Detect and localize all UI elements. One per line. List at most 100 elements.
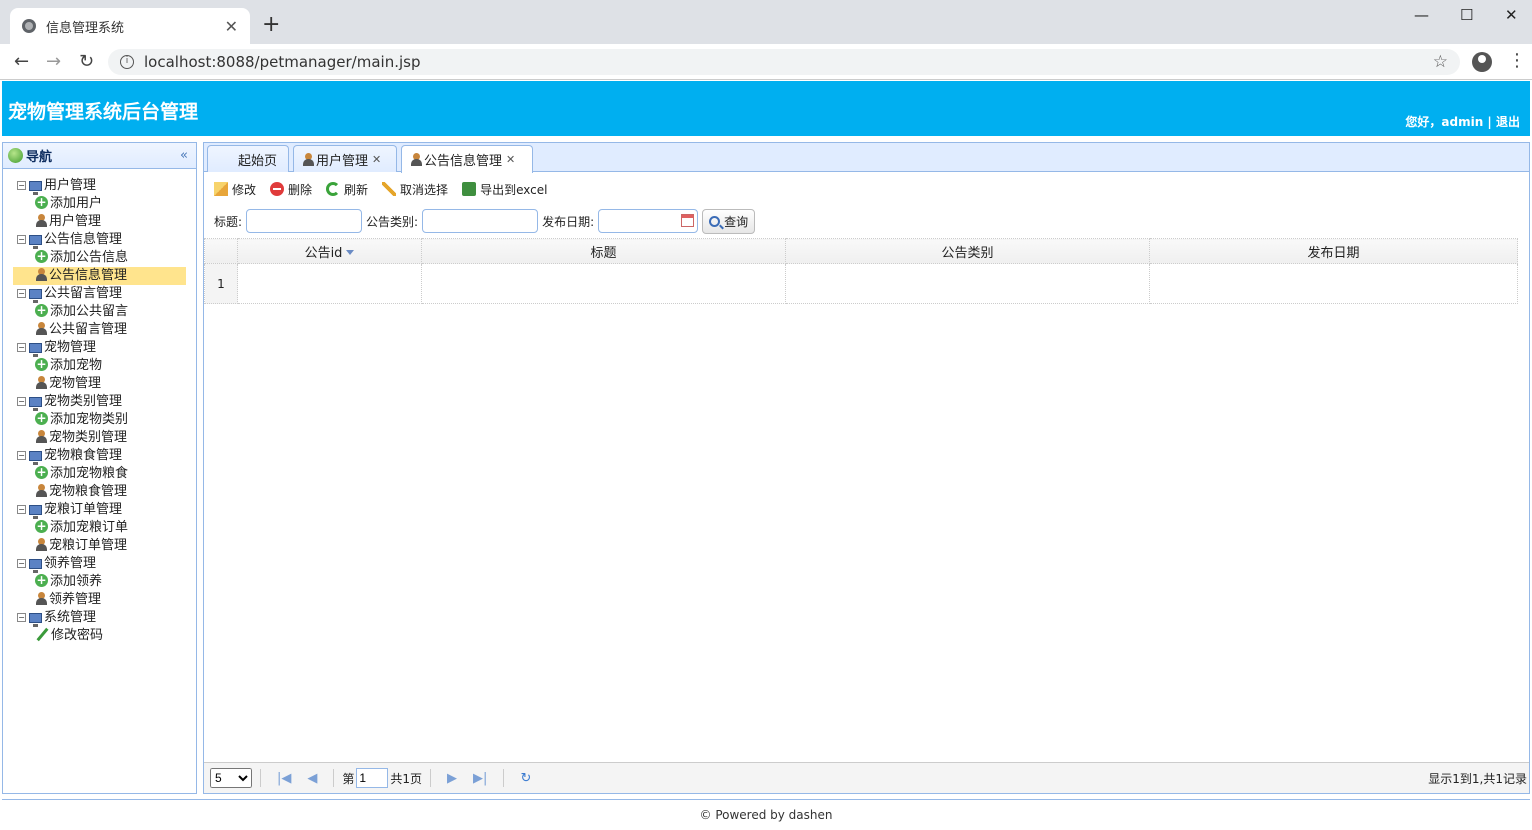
column-header-date[interactable]: 发布日期 xyxy=(1149,238,1518,264)
table-row[interactable]: 1 xyxy=(204,263,1518,304)
sidebar-item[interactable]: 公共留言管理 xyxy=(3,321,196,339)
collapse-toggle-icon[interactable]: − xyxy=(17,559,26,568)
collapse-toggle-icon[interactable]: − xyxy=(17,397,26,406)
nav-group[interactable]: − 用户管理 xyxy=(3,177,196,195)
globe-icon xyxy=(22,19,36,33)
pagination-bar: 5 |◀ ◀ 第 共1页 ▶ ▶| ↻ 显示1到1,共1记录 xyxy=(204,762,1529,793)
nav-group[interactable]: − 宠粮订单管理 xyxy=(3,501,196,519)
delete-button[interactable]: 删除 xyxy=(270,181,312,198)
nav-group[interactable]: − 宠物粮食管理 xyxy=(3,447,196,465)
tab-close-icon[interactable]: ✕ xyxy=(506,153,515,166)
tab-start[interactable]: 起始页 xyxy=(207,145,289,172)
collapse-toggle-icon[interactable]: − xyxy=(17,289,26,298)
browser-tab[interactable]: 信息管理系统 ✕ xyxy=(10,8,250,44)
sidebar-item[interactable]: 添加用户 xyxy=(3,193,196,213)
nav-group[interactable]: − 公共留言管理 xyxy=(3,285,196,303)
nav-group[interactable]: − 宠物类别管理 xyxy=(3,393,196,411)
page-prefix: 第 xyxy=(342,771,355,786)
title-input[interactable] xyxy=(246,209,363,233)
last-page-icon[interactable]: ▶| xyxy=(473,771,487,786)
type-input[interactable] xyxy=(422,209,539,233)
rownum-header xyxy=(204,238,238,264)
refresh-button[interactable]: 刷新 xyxy=(326,181,368,198)
computer-icon xyxy=(29,181,42,195)
column-label: 发布日期 xyxy=(1307,245,1360,261)
sidebar-item[interactable]: 用户管理 xyxy=(3,213,196,231)
collapse-toggle-icon[interactable]: − xyxy=(17,343,26,352)
grid-header-row: 公告id 标题 公告类别 发布日期 xyxy=(204,238,1518,264)
sidebar-item[interactable]: 添加领养 xyxy=(3,571,196,591)
tab-close-icon[interactable]: ✕ xyxy=(372,153,381,166)
sidebar-item[interactable]: 领养管理 xyxy=(3,591,196,609)
page-size-select[interactable]: 5 xyxy=(210,768,252,788)
sidebar-item[interactable]: 宠粮订单管理 xyxy=(3,537,196,555)
sidebar-item[interactable]: 添加公共留言 xyxy=(3,301,196,321)
new-tab-icon[interactable]: + xyxy=(262,13,280,37)
url-field[interactable]: i localhost:8088/petmanager/main.jsp ☆ xyxy=(108,49,1460,75)
nav-group-label: 公共留言管理 xyxy=(44,286,123,301)
nav-group[interactable]: − 宠物管理 xyxy=(3,339,196,357)
search-icon xyxy=(709,215,721,227)
info-icon[interactable]: i xyxy=(120,55,134,69)
sidebar-item[interactable]: 宠物管理 xyxy=(3,375,196,393)
collapse-toggle-icon[interactable]: − xyxy=(17,235,26,244)
sidebar-item-label: 用户管理 xyxy=(49,214,102,229)
sidebar-item[interactable]: 添加公告信息 xyxy=(3,247,196,267)
first-page-icon[interactable]: |◀ xyxy=(277,771,291,786)
nav-group[interactable]: − 公告信息管理 xyxy=(3,231,196,249)
close-tab-icon[interactable]: ✕ xyxy=(225,17,238,36)
record-info: 显示1到1,共1记录 xyxy=(1428,771,1527,786)
tab-user-manage[interactable]: 用户管理 ✕ xyxy=(293,145,397,172)
collapse-toggle-icon[interactable]: − xyxy=(17,181,26,190)
next-page-icon[interactable]: ▶ xyxy=(447,771,457,786)
column-header-title[interactable]: 标题 xyxy=(421,238,786,264)
sidebar-item-label: 宠物类别管理 xyxy=(49,430,128,445)
collapse-toggle-icon[interactable]: − xyxy=(17,613,26,622)
add-icon xyxy=(35,247,48,265)
edit-button[interactable]: 修改 xyxy=(214,181,256,198)
user-icon xyxy=(35,214,47,227)
sort-desc-icon xyxy=(346,249,355,255)
reload-page-icon[interactable]: ↻ xyxy=(520,771,531,786)
search-row: 标题: 公告类别: 发布日期: 查询 xyxy=(204,206,1529,236)
collapse-icon[interactable]: « xyxy=(180,148,188,163)
prev-page-icon[interactable]: ◀ xyxy=(307,771,317,786)
export-excel-button[interactable]: 导出到excel xyxy=(462,181,547,198)
collapse-toggle-icon[interactable]: − xyxy=(17,505,26,514)
tab-label: 用户管理 xyxy=(316,153,369,169)
column-label: 公告类别 xyxy=(941,245,994,261)
browser-menu-icon[interactable]: ⋮ xyxy=(1508,50,1526,71)
account-icon[interactable] xyxy=(1472,52,1492,72)
column-header-id[interactable]: 公告id xyxy=(237,238,422,264)
sidebar-item[interactable]: 添加宠物类别 xyxy=(3,409,196,429)
sidebar-item[interactable]: 添加宠物粮食 xyxy=(3,463,196,483)
calendar-icon[interactable] xyxy=(681,214,695,227)
maximize-icon[interactable]: ☐ xyxy=(1460,6,1473,24)
sidebar-item[interactable]: 宠物类别管理 xyxy=(3,429,196,447)
window-close-icon[interactable]: ✕ xyxy=(1505,6,1518,24)
sidebar-item[interactable]: 添加宠粮订单 xyxy=(3,517,196,537)
nav-group[interactable]: − 系统管理 xyxy=(3,609,196,627)
delete-label: 删除 xyxy=(288,182,313,197)
back-icon[interactable]: ← xyxy=(14,51,29,72)
sidebar-item[interactable]: 宠物粮食管理 xyxy=(3,483,196,501)
cancel-select-button[interactable]: 取消选择 xyxy=(382,181,448,198)
column-header-type[interactable]: 公告类别 xyxy=(785,238,1150,264)
add-icon xyxy=(35,409,48,427)
collapse-toggle-icon[interactable]: − xyxy=(17,451,26,460)
content-tabs: 起始页 用户管理 ✕ 公告信息管理 ✕ xyxy=(204,143,1529,173)
page-number-input[interactable] xyxy=(356,768,389,788)
forward-icon[interactable]: → xyxy=(46,51,61,72)
reload-icon[interactable]: ↻ xyxy=(79,51,94,72)
query-button[interactable]: 查询 xyxy=(702,208,756,234)
tab-notice-manage[interactable]: 公告信息管理 ✕ xyxy=(401,145,533,173)
sidebar-item-label: 添加领养 xyxy=(50,574,103,589)
minimize-icon[interactable]: — xyxy=(1414,6,1429,24)
bookmark-star-icon[interactable]: ☆ xyxy=(1433,52,1448,72)
nav-group[interactable]: − 领养管理 xyxy=(3,555,196,573)
page-total: 共1页 xyxy=(390,771,423,786)
sidebar-item[interactable]: 修改密码 xyxy=(3,627,196,645)
user-greeting[interactable]: 您好，admin | 退出 xyxy=(1405,113,1520,130)
sidebar-item[interactable]: 添加宠物 xyxy=(3,355,196,375)
sidebar-item[interactable]: 公告信息管理 xyxy=(13,267,186,285)
